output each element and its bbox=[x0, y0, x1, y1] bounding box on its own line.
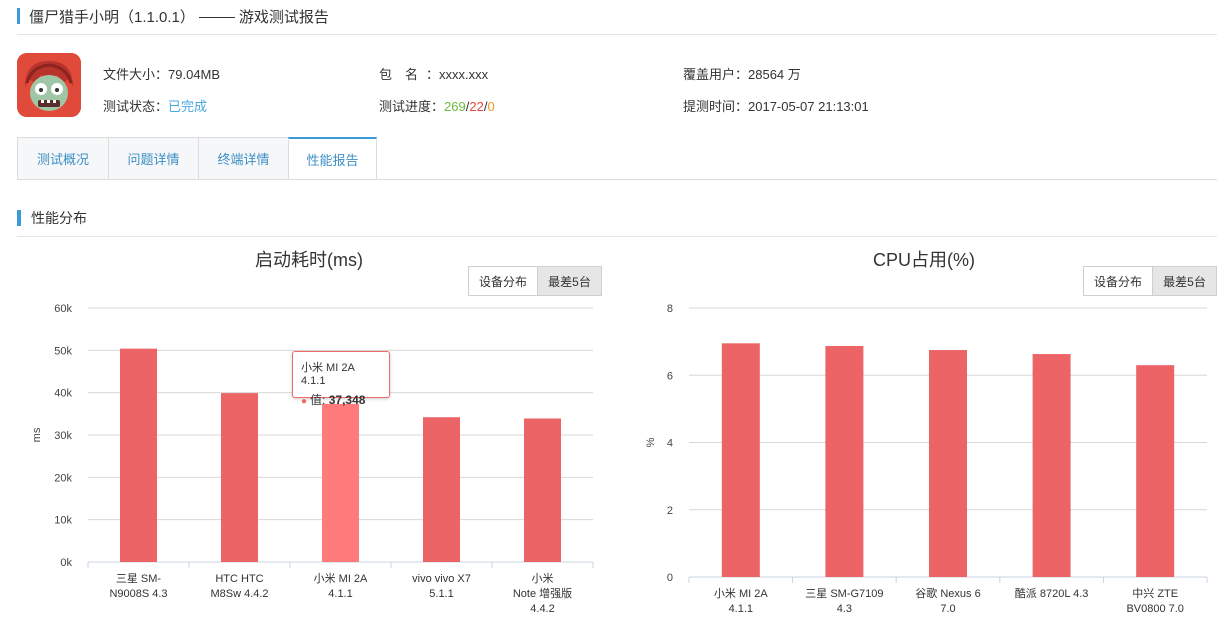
report-title: 僵尸猎手小明（1.1.0.1） 游戏测试报告 bbox=[29, 6, 329, 27]
cpu-x-tick-label: 小米 MI 2A bbox=[714, 587, 768, 600]
section-divider bbox=[17, 236, 1217, 237]
startup-y-tick-label: 50k bbox=[54, 345, 72, 357]
section-accent bbox=[17, 210, 21, 226]
cpu-bar bbox=[929, 350, 967, 577]
startup-y-tick-label: 30k bbox=[54, 430, 72, 442]
cpu-y-tick-label: 4 bbox=[667, 438, 673, 450]
tab-issues[interactable]: 问题详情 bbox=[108, 137, 198, 180]
cpu-x-tick-label: BV0800 7.0 bbox=[1126, 603, 1184, 615]
startup-y-tick-label: 40k bbox=[54, 388, 72, 400]
cpu-usage-chart: 0 2 4 6 8% 小米 MI 2A 4.1.1 三星 SM-G7109 4.3 谷歌 Nexu… bbox=[645, 303, 1208, 615]
submit-time-value: 2017-05-07 21:13:01 bbox=[748, 99, 869, 114]
report-tabs: 测试概况 问题详情 终端详情 性能报告 bbox=[17, 137, 377, 180]
status-info: 测试状态：已完成 bbox=[103, 96, 207, 115]
startup-x-tick-label: 小米 MI 2A bbox=[314, 572, 368, 585]
package-value: xxxx.xxx bbox=[439, 67, 489, 82]
cpu-bar bbox=[1136, 365, 1175, 577]
cpu-x-tick-label: 酷派 8720L 4.3 bbox=[1015, 587, 1089, 600]
startup-bar bbox=[322, 403, 359, 562]
startup-bar bbox=[120, 348, 157, 562]
status-value: 已完成 bbox=[168, 99, 208, 114]
package-label: 包 名 bbox=[379, 67, 419, 82]
startup-x-tick-label: 5.1.1 bbox=[429, 588, 453, 600]
startup-y-tick-label: 10k bbox=[54, 515, 72, 527]
progress-pass: 269 bbox=[444, 99, 466, 114]
title-accent bbox=[17, 8, 20, 24]
app-name-version: 僵尸猎手小明（1.1.0.1） bbox=[29, 8, 195, 26]
users-info: 覆盖用户：28564 万 bbox=[683, 64, 801, 83]
title-dash bbox=[198, 17, 235, 19]
section-header: 性能分布 bbox=[17, 208, 87, 228]
progress-other: 0 bbox=[487, 99, 495, 114]
tab-performance[interactable]: 性能报告 bbox=[288, 137, 377, 180]
submit-time-info: 提测时间：2017-05-07 21:13:01 bbox=[683, 96, 869, 115]
users-value: 28564 万 bbox=[748, 67, 801, 82]
cpu-y-tick-label: 8 bbox=[667, 303, 673, 315]
startup-chart-title: 启动耗时(ms) bbox=[255, 250, 363, 270]
startup-bar bbox=[524, 418, 561, 562]
users-label: 覆盖用户： bbox=[683, 67, 749, 82]
startup-x-tick-label: vivo vivo X7 bbox=[412, 573, 471, 585]
cpu-x-tick-label: 4.1.1 bbox=[729, 603, 753, 615]
submit-time-label: 提测时间： bbox=[683, 99, 749, 114]
tab-devices[interactable]: 终端详情 bbox=[198, 137, 288, 180]
cpu-x-tick-label: 中兴 ZTE bbox=[1132, 587, 1178, 600]
file-size-info: 文件大小：79.04MB bbox=[103, 64, 220, 83]
section-title: 性能分布 bbox=[31, 210, 87, 226]
cpu-y-axis-label: % bbox=[645, 437, 657, 447]
startup-y-tick-label: 0k bbox=[60, 557, 72, 569]
report-type: 游戏测试报告 bbox=[238, 8, 329, 26]
startup-bar bbox=[423, 417, 460, 562]
startup-x-tick-label: N9008S 4.3 bbox=[109, 588, 167, 600]
startup-x-tick-label: 三星 SM- bbox=[116, 572, 162, 585]
startup-device-distribution-button[interactable]: 设备分布 bbox=[468, 266, 538, 296]
cpu-y-tick-label: 2 bbox=[667, 505, 673, 517]
progress-info: 测试进度：269/22/0 bbox=[379, 96, 495, 115]
file-size-label: 文件大小： bbox=[103, 67, 169, 82]
startup-x-tick-label: 小米 bbox=[532, 572, 554, 585]
cpu-x-tick-label: 三星 SM-G7109 bbox=[805, 587, 883, 600]
tooltip-value: 37,348 bbox=[328, 393, 366, 407]
app-icon bbox=[17, 53, 81, 117]
cpu-x-tick-label: 7.0 bbox=[940, 603, 955, 615]
package-sep: ： bbox=[426, 67, 440, 82]
package-info: 包 名 ：xxxx.xxx bbox=[379, 64, 488, 83]
progress-fail: 22 bbox=[469, 99, 484, 114]
cpu-toggle: 设备分布 最差5台 bbox=[1083, 266, 1217, 296]
status-label: 测试状态： bbox=[103, 99, 169, 114]
cpu-bar bbox=[1032, 354, 1071, 577]
divider bbox=[17, 34, 1217, 35]
cpu-chart-title: CPU占用(%) bbox=[873, 250, 975, 270]
startup-x-tick-label: M8Sw 4.4.2 bbox=[210, 588, 268, 600]
startup-x-tick-label: Note 增强版 bbox=[513, 586, 572, 600]
startup-x-tick-label: HTC HTC bbox=[215, 573, 263, 585]
progress-label: 测试进度： bbox=[379, 99, 445, 114]
startup-y-axis-label: ms bbox=[31, 427, 43, 442]
report-title-bar: 僵尸猎手小明（1.1.0.1） 游戏测试报告 bbox=[17, 6, 329, 26]
tooltip-title: 小米 MI 2A 4.1.1 bbox=[301, 362, 355, 387]
file-size-value: 79.04MB bbox=[168, 67, 221, 82]
cpu-x-tick-label: 谷歌 Nexus 6 bbox=[915, 586, 980, 600]
tooltip-value-row: ● 值: 37,348 bbox=[301, 391, 381, 408]
startup-toggle: 设备分布 最差5台 bbox=[468, 266, 602, 296]
cpu-y-tick-label: 0 bbox=[667, 572, 673, 584]
tab-overview[interactable]: 测试概况 bbox=[17, 137, 108, 180]
startup-time-chart: 0k 10k 20k 30k 40k 50k 60k ms 三星 SM- N9008S 4.3 HT… bbox=[31, 303, 594, 615]
startup-worst-five-button[interactable]: 最差5台 bbox=[538, 266, 602, 296]
bar-tooltip: 小米 MI 2A 4.1.1 ● 值: 37,348 bbox=[292, 351, 390, 407]
cpu-y-tick-label: 6 bbox=[667, 370, 673, 382]
cpu-bar bbox=[721, 343, 760, 577]
startup-y-tick-label: 60k bbox=[54, 303, 72, 315]
startup-x-tick-label: 4.1.1 bbox=[328, 588, 352, 600]
cpu-bar bbox=[825, 345, 864, 577]
cpu-device-distribution-button[interactable]: 设备分布 bbox=[1083, 266, 1153, 296]
tooltip-dot: ● bbox=[301, 396, 308, 407]
cpu-x-tick-label: 4.3 bbox=[837, 603, 852, 615]
startup-bar bbox=[221, 393, 258, 562]
tooltip-value-label: 值: bbox=[310, 393, 326, 407]
startup-y-tick-label: 20k bbox=[54, 472, 72, 484]
tabs-divider bbox=[17, 179, 1217, 180]
startup-x-tick-label: 4.4.2 bbox=[530, 603, 554, 615]
cpu-worst-five-button[interactable]: 最差5台 bbox=[1153, 266, 1217, 296]
